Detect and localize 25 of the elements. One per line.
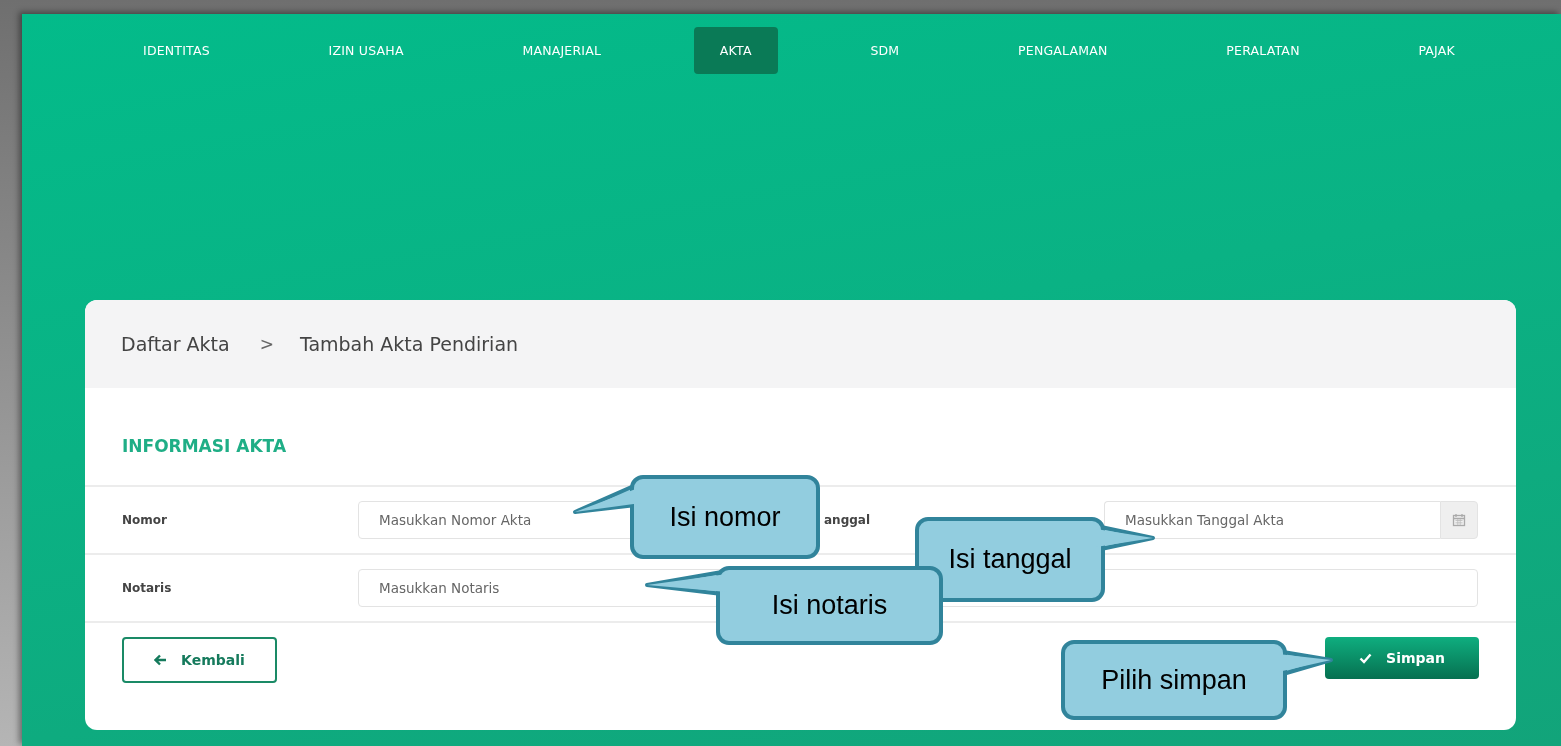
breadcrumb-current: Tambah Akta Pendirian xyxy=(299,333,519,355)
nav-tab[interactable]: PENGALAMAN xyxy=(992,27,1134,74)
calendar-icon xyxy=(1452,513,1466,527)
nav-tab[interactable]: PAJAK xyxy=(1392,27,1481,74)
nav-tab[interactable]: SDM xyxy=(844,27,926,74)
section-title: INFORMASI AKTA xyxy=(121,436,288,458)
field-label: anggal xyxy=(823,513,872,527)
breadcrumb-separator: > xyxy=(259,334,274,354)
breadcrumb-link[interactable]: Daftar Akta xyxy=(121,333,230,355)
nav-tab[interactable]: AKTA xyxy=(693,27,778,74)
arrow-left-icon xyxy=(154,654,168,666)
callout-tooltip: Pilih simpan xyxy=(1061,640,1335,721)
nav-tab[interactable]: MANAJERIAL xyxy=(496,27,628,74)
calendar-button[interactable] xyxy=(1440,501,1478,539)
nav-tab[interactable]: IZIN USAHA xyxy=(302,27,430,74)
nav-tab[interactable]: IDENTITAS xyxy=(117,27,236,74)
field-label: Nomor xyxy=(122,513,168,527)
date-field[interactable]: Masukkan Tanggal Akta xyxy=(1104,501,1440,539)
save-button[interactable]: Simpan xyxy=(1325,637,1479,679)
field-label: Notaris xyxy=(122,581,173,595)
nav-tab[interactable]: PERALATAN xyxy=(1200,27,1326,74)
callout-tooltip: Isi nomor xyxy=(570,473,822,561)
callout-tooltip: Isi notaris xyxy=(644,564,944,646)
check-icon xyxy=(1359,652,1373,664)
back-button[interactable]: Kembali xyxy=(122,637,277,683)
